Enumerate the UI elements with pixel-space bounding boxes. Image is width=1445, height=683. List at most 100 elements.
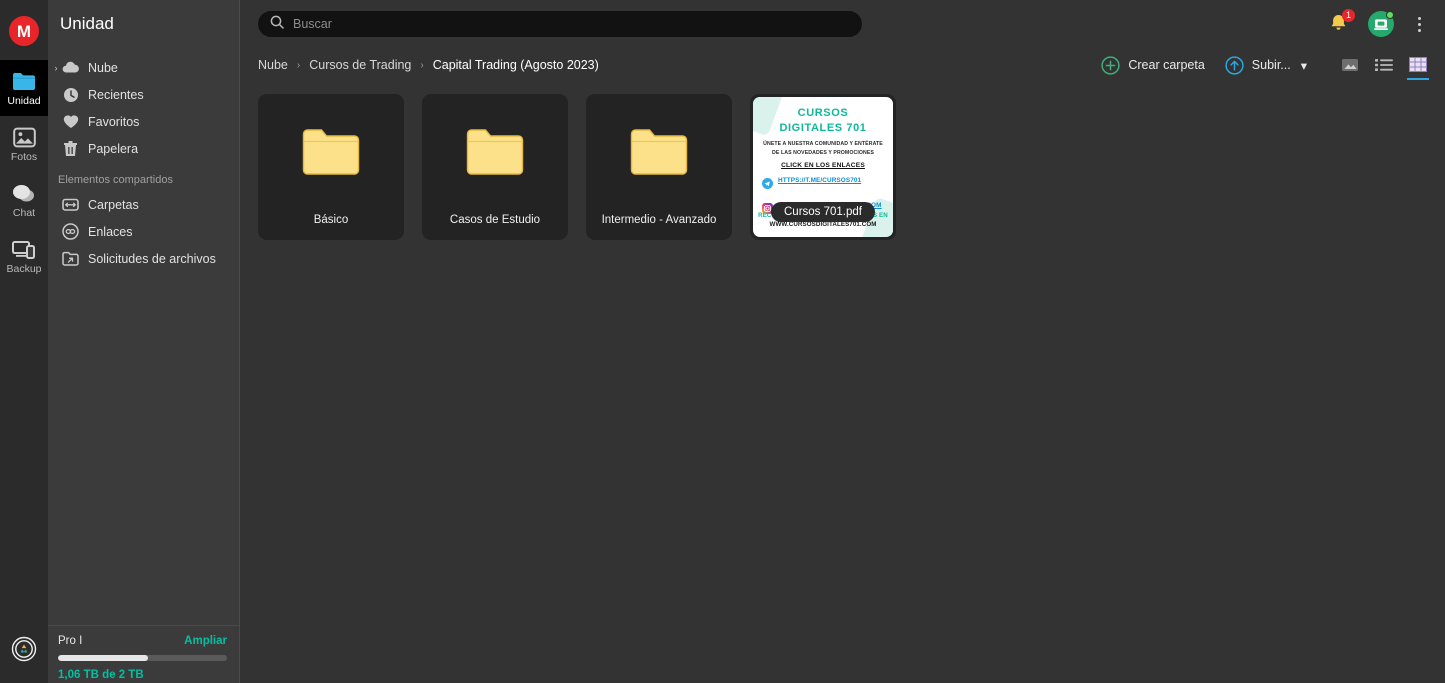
sidebar-item-label: Enlaces [88,224,133,239]
heart-icon [62,113,79,130]
telegram-icon [762,176,773,194]
toolbar: Nube › Cursos de Trading › Capital Tradi… [240,48,1445,82]
main-area: 1 Nube › Cursos de Trading › Capital Tra… [240,0,1445,683]
file-request-icon [62,250,79,267]
avatar[interactable] [1368,11,1394,37]
upgrade-link[interactable]: Ampliar [184,635,227,647]
folder-icon [630,127,688,182]
item-name: Básico [313,214,349,226]
rail-item-label: Fotos [10,151,38,164]
search-bar[interactable] [258,11,862,37]
kebab-dot [1418,28,1421,32]
chat-bubble-icon [11,181,37,205]
kebab-menu-icon[interactable] [1412,13,1427,36]
preview-link-telegram[interactable]: HTTPS://T.ME/CURSOS701 [778,176,861,185]
rail-item-fotos[interactable]: Fotos [0,116,48,172]
item-name: Cursos 701.pdf [771,202,875,222]
clock-icon [62,86,79,103]
trash-icon [62,140,79,157]
sidebar-item-label: Favoritos [88,114,140,129]
rail-item-chat[interactable]: Chat [0,172,48,228]
avatar-icon [1374,18,1388,30]
folder-card[interactable]: Intermedio - Avanzado [586,94,732,240]
preview-cta: CLICK EN LOS ENLACES [781,162,865,169]
folder-card[interactable]: Casos de Estudio [422,94,568,240]
rail-item-label: Unidad [7,95,41,108]
sidebar-item-recientes[interactable]: Recientes [48,81,239,108]
breadcrumb-separator-icon: › [420,59,424,71]
file-grid-area: Básico Casos de Estudio Intermedio - Ava… [240,82,1445,683]
sidebar-item-enlaces[interactable]: Enlaces [48,218,239,245]
item-name: Intermedio - Avanzado [601,214,717,226]
create-folder-button[interactable]: Crear carpeta [1091,52,1214,79]
sidebar-item-papelera[interactable]: Papelera [48,135,239,162]
list-view-icon [1375,58,1393,72]
sidebar-item-carpetas[interactable]: Carpetas [48,191,239,218]
sidebar-item-label: Recientes [88,87,144,102]
preview-title-line1: CURSOS [797,107,849,119]
folder-card[interactable]: Básico [258,94,404,240]
recycle-circle-icon[interactable] [11,636,37,667]
chevron-down-icon[interactable]: ▾ [1301,58,1307,73]
toolbar-actions: Crear carpeta Subir... ▾ [1091,52,1435,80]
plus-circle-icon [1101,55,1121,75]
storage-progress-bar [58,655,227,661]
rail-item-unidad[interactable]: Unidad [0,60,48,116]
mega-logo[interactable]: M [9,16,39,46]
preview-title-line2: DIGITALES 701 [779,122,867,134]
upload-button[interactable]: Subir... ▾ [1215,52,1317,79]
sidebar-item-label: Papelera [88,141,139,156]
grid-view-icon [1409,57,1427,73]
rail-footer [0,636,48,667]
upload-circle-icon [1225,55,1244,75]
preview-subtitle-line1: ÚNETE A NUESTRA COMUNIDAD Y ENTÉRATE [763,141,883,147]
sidebar-item-label: Nube [88,60,118,75]
breadcrumb-separator-icon: › [296,59,301,71]
rail-item-label: Backup [6,263,42,276]
sidebar-item-favoritos[interactable]: Favoritos [48,108,239,135]
photos-icon [11,125,37,149]
drive-folder-icon [11,69,37,93]
sidebar-title: Unidad [60,14,114,33]
rail-item-label: Chat [12,207,36,220]
chevron-right-icon[interactable]: › [50,63,62,73]
breadcrumb-item-0[interactable]: Nube [258,58,288,72]
folder-icon [466,127,524,182]
breadcrumb-item-2[interactable]: Capital Trading (Agosto 2023) [433,58,599,72]
grid-view-button[interactable] [1407,53,1429,80]
pdf-card[interactable]: CURSOS DIGITALES 701 ÚNETE A NUESTRA COM… [750,94,896,240]
rail-item-backup[interactable]: Backup [0,228,48,284]
image-view-icon [1341,57,1359,73]
top-actions: 1 [1328,9,1435,37]
storage-header: Pro I Ampliar [58,635,227,647]
kebab-dot [1418,16,1421,20]
list-view-button[interactable] [1373,53,1395,77]
storage-progress-fill [58,655,148,661]
sidebar-section-label: Elementos compartidos [58,174,173,186]
sidebar-nav: › Nube Recientes Favoritos Papelera Elem… [48,46,239,625]
preview-subtitle-line2: DE LAS NOVEDADES Y PROMOCIONES [772,150,874,156]
search-icon [270,15,284,34]
sidebar-item-solicitudes-de-archivos[interactable]: Solicitudes de archivos [48,245,239,272]
sidebar-item-nube[interactable]: › Nube [48,54,239,81]
sidebar-item-label: Carpetas [88,197,139,212]
backup-devices-icon [11,237,37,261]
view-switcher [1339,53,1435,80]
item-name: Casos de Estudio [449,214,541,226]
breadcrumb: Nube › Cursos de Trading › Capital Tradi… [258,58,599,72]
upload-label: Subir... [1251,58,1291,72]
storage-panel: Pro I Ampliar 1,06 TB de 2 TB [48,625,239,683]
notifications-button[interactable]: 1 [1328,9,1355,35]
top-bar: 1 [240,0,1445,48]
storage-used-label: 1,06 TB de 2 TB [58,669,144,681]
storage-plan-label: Pro I [58,635,83,647]
kebab-dot [1418,22,1421,26]
cloud-icon [62,59,79,76]
thumbnail-view-button[interactable] [1339,53,1361,77]
breadcrumb-item-1[interactable]: Cursos de Trading [309,58,411,72]
search-input[interactable] [293,17,850,31]
shared-folders-icon [62,196,79,213]
notification-badge: 1 [1342,9,1355,22]
mega-logo-letter: M [16,21,32,41]
create-folder-label: Crear carpeta [1128,58,1205,72]
